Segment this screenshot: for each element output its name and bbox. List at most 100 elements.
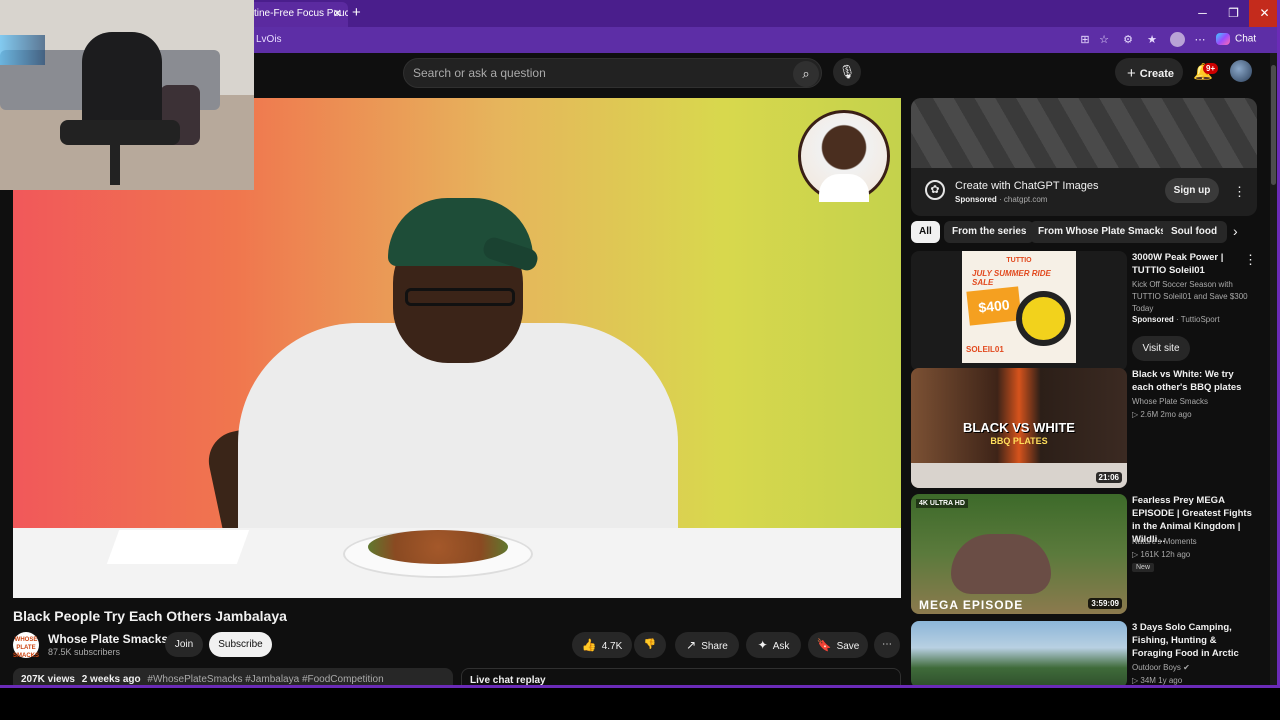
copilot-chat-button[interactable]: Chat [1216, 33, 1256, 45]
notification-badge: 9+ [1203, 63, 1219, 74]
new-tab-icon[interactable]: + [352, 4, 361, 21]
join-button[interactable]: Join [165, 632, 203, 657]
ad-background-pattern [911, 98, 1257, 168]
microphone-icon[interactable]: 🎙 [833, 58, 861, 86]
chip-soul-food[interactable]: Soul food [1163, 221, 1227, 243]
visit-site-button[interactable]: Visit site [1132, 336, 1190, 361]
chip-from-channel[interactable]: From Whose Plate Smacks [1030, 221, 1174, 243]
rhino-image [951, 534, 1051, 594]
search-input[interactable]: Search or ask a question [413, 66, 546, 80]
sponsored-attribution: Sponsored · TuttioSport [1132, 315, 1220, 324]
sponsored-menu-icon[interactable]: ⋮ [1244, 252, 1257, 268]
related-channel[interactable]: Nature's Moments [1132, 537, 1197, 546]
ad-sponsored-label: Sponsored [955, 195, 997, 204]
4k-badge: 4K ULTRA HD [916, 499, 968, 508]
chevron-right-icon[interactable]: › [1233, 223, 1238, 239]
chip-all[interactable]: All [911, 221, 940, 243]
video-title: Black People Try Each Others Jambalaya [13, 608, 287, 624]
openai-logo-icon: ✿ [925, 180, 945, 200]
jambalaya-food [368, 530, 508, 564]
related-meta: ▷ 161K 12h ago [1132, 550, 1190, 559]
restore-icon[interactable]: ❐ [1218, 0, 1249, 27]
thumbs-down-icon: 👎 [643, 639, 657, 650]
duration-badge: 21:06 [1095, 472, 1122, 483]
related-views: 34M [1140, 676, 1156, 685]
favorite-star-icon[interactable]: ☆ [1096, 32, 1112, 48]
poster-headline: JULY SUMMER RIDE SALE [972, 269, 1051, 287]
ad-menu-icon[interactable]: ⋮ [1233, 184, 1246, 200]
webcam-led-light [0, 35, 45, 65]
hashtags[interactable]: #WhosePlateSmacks #Jambalaya #FoodCompet… [147, 674, 383, 685]
related-age: 12h ago [1161, 550, 1191, 559]
share-button[interactable]: ↗ Share [675, 632, 739, 658]
extensions-icon[interactable]: ⚙ [1120, 32, 1136, 48]
search-icon[interactable]: ⌕ [793, 61, 819, 87]
ask-button[interactable]: ✦ Ask [746, 632, 801, 658]
channel-name[interactable]: Whose Plate Smacks [48, 632, 168, 646]
save-label: Save [836, 641, 860, 652]
related-channel[interactable]: Whose Plate Smacks [1132, 397, 1208, 406]
more-actions-icon[interactable]: ⋯ [874, 632, 900, 658]
sponsored-thumbnail[interactable]: TUTTIO JULY SUMMER RIDE SALE $400 SOLEIL… [911, 251, 1127, 371]
sponsored-title[interactable]: 3000W Peak Power | TUTTIO Soleil01 [1132, 251, 1254, 277]
bookmark-icon: 🔖 [816, 638, 832, 652]
browser-window: tine-Free Focus Pouch ✕ + ─ ❐ ✕ LvOis ⊞ … [0, 0, 1280, 688]
url-text[interactable]: LvOis [256, 34, 282, 45]
thumbnail-subtext: BBQ PLATES [990, 436, 1048, 446]
create-button[interactable]: + Create [1115, 58, 1183, 86]
upload-age: 2 weeks ago [81, 674, 141, 685]
new-badge: New [1132, 563, 1155, 572]
more-menu-icon[interactable]: ⋯ [1192, 32, 1208, 48]
sponsored-ad-banner[interactable]: ✿ Create with ChatGPT Images Sponsored ·… [911, 98, 1257, 216]
ad-title[interactable]: Create with ChatGPT Images [955, 180, 1098, 192]
verified-icon: ✔ [1183, 663, 1190, 672]
video-thumbnail[interactable] [911, 621, 1127, 685]
save-button[interactable]: 🔖 Save [808, 632, 868, 658]
video-thumbnail[interactable]: 4K ULTRA HD MEGA EPISODE 3:59:09 [911, 494, 1127, 614]
related-views: 2.6M [1140, 410, 1159, 419]
ad-domain: chatgpt.com [1003, 195, 1048, 204]
related-views: 161K [1140, 550, 1160, 559]
channel-avatar[interactable]: WHOSE PLATE SMACKS [13, 632, 39, 659]
sponsored-description: Kick Off Soccer Season with TUTTIO Solei… [1132, 280, 1248, 313]
ask-label: Ask [772, 641, 790, 652]
reader-view-icon[interactable]: ⊞ [1077, 32, 1093, 48]
like-button[interactable]: 👍 4.7K [572, 632, 632, 658]
host-inset-shirt [819, 174, 869, 202]
close-window-icon[interactable]: ✕ [1249, 0, 1277, 27]
black-bar [0, 688, 1280, 720]
profile-avatar[interactable] [1170, 32, 1185, 47]
related-channel[interactable]: Outdoor Boys ✔ [1132, 663, 1190, 672]
close-tab-icon[interactable]: ✕ [333, 7, 342, 20]
page-scrollbar[interactable] [1270, 53, 1277, 685]
minimize-icon[interactable]: ─ [1187, 0, 1218, 27]
related-meta: ▷ 34M 1y ago [1132, 676, 1182, 685]
chat-label: Chat [1235, 33, 1257, 45]
description-box[interactable]: 207K views 2 weeks ago #WhosePlateSmacks… [13, 668, 453, 685]
related-age: 1y ago [1158, 676, 1183, 685]
webcam-overlay [0, 0, 254, 190]
poster-model: SOLEIL01 [966, 345, 1004, 354]
favorites-icon[interactable]: ★ [1144, 32, 1160, 48]
browser-tab[interactable]: tine-Free Focus Pouch ✕ [240, 2, 348, 27]
live-chat-replay[interactable]: Live chat replay [461, 668, 901, 685]
share-label: Share [701, 641, 728, 652]
bbq-plates-image [911, 463, 1127, 488]
related-video-title[interactable]: 3 Days Solo Camping, Fishing, Hunting & … [1132, 621, 1254, 660]
create-label: Create [1139, 68, 1175, 80]
chip-from-series[interactable]: From the series [944, 221, 1035, 243]
like-count: 4.7K [601, 641, 623, 652]
duration-badge: 3:59:09 [1088, 598, 1122, 609]
video-thumbnail[interactable]: BLACK VS WHITE BBQ PLATES 21:06 [911, 368, 1127, 488]
subscribe-button[interactable]: Subscribe [209, 632, 272, 657]
account-avatar[interactable] [1230, 60, 1252, 82]
sign-up-button[interactable]: Sign up [1165, 178, 1219, 203]
ebike-image [1016, 291, 1071, 346]
poster-price: $400 [966, 286, 1022, 326]
related-video-title[interactable]: Black vs White: We try each other's BBQ … [1132, 368, 1254, 394]
search-box[interactable]: Search or ask a question ⌕ [403, 58, 822, 88]
dislike-button[interactable]: 👎 [634, 632, 666, 658]
napkin [106, 530, 250, 564]
scrollbar-thumb[interactable] [1271, 65, 1276, 185]
webcam-chair-seat [60, 120, 180, 145]
